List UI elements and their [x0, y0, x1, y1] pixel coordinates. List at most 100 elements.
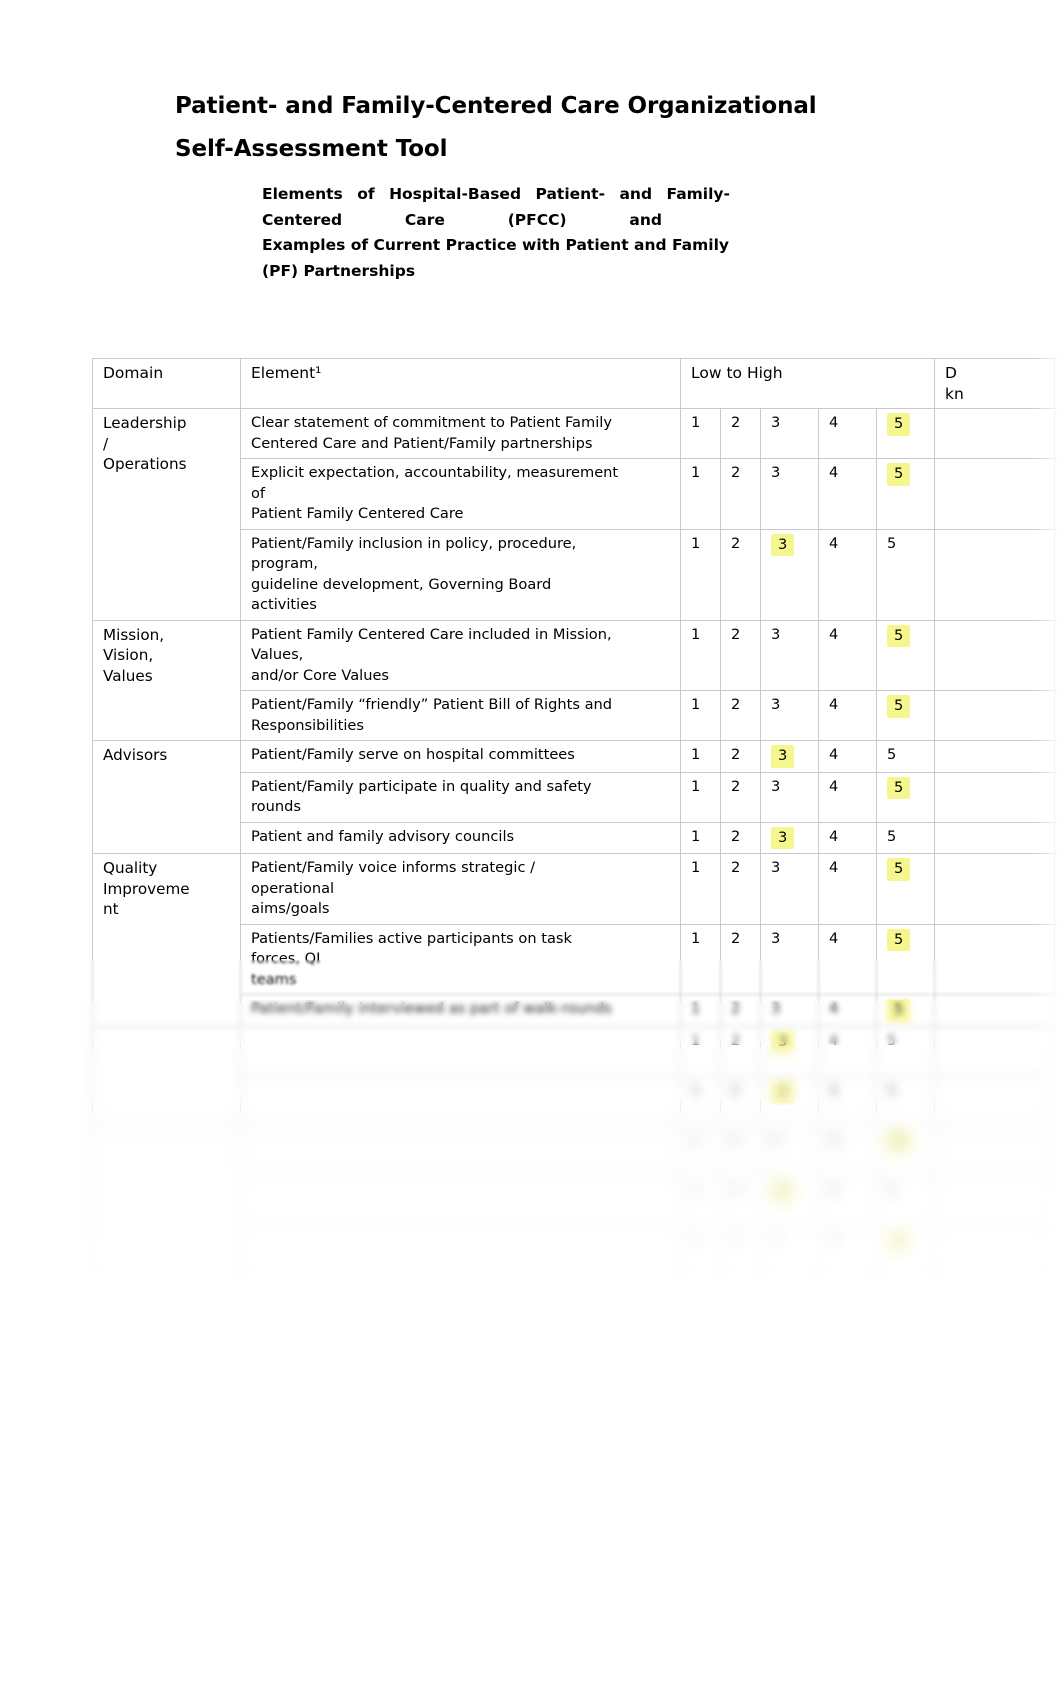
rating-selected[interactable]: 3 — [771, 533, 795, 556]
dont-know-cell[interactable] — [934, 1075, 1056, 1127]
rating-selected[interactable]: 5 — [887, 999, 911, 1022]
rating-selected[interactable]: 5 — [887, 1130, 911, 1153]
rating-cell-3[interactable]: 3 — [760, 408, 819, 459]
rating-cell-2[interactable]: 2 — [720, 619, 761, 691]
examples-cell[interactable] — [1054, 994, 1062, 1027]
rating-cell-3[interactable]: 3 — [760, 1225, 819, 1277]
rating-cell-4[interactable]: 4 — [818, 853, 877, 925]
examples-cell[interactable] — [1054, 1175, 1062, 1227]
rating-cell-2[interactable]: 2 — [720, 1225, 761, 1277]
rating-cell-4[interactable]: 4 — [818, 690, 877, 741]
examples-cell[interactable] — [1054, 1075, 1062, 1127]
rating-cell-1[interactable]: 1 — [680, 923, 721, 995]
examples-cell[interactable] — [1054, 690, 1062, 741]
rating-cell-1[interactable]: 1 — [680, 1175, 721, 1227]
rating-cell-5[interactable]: 5 — [875, 994, 936, 1027]
rating-cell-2[interactable]: 2 — [720, 1125, 761, 1177]
rating-cell-4[interactable]: 4 — [818, 528, 877, 621]
rating-cell-4[interactable]: 4 — [818, 1025, 877, 1077]
rating-cell-3[interactable]: 3 — [760, 923, 819, 995]
rating-cell-2[interactable]: 2 — [720, 408, 761, 459]
rating-cell-4[interactable]: 4 — [818, 408, 877, 459]
rating-cell-4[interactable]: 4 — [818, 458, 877, 530]
rating-cell-5[interactable]: 5 — [875, 1225, 936, 1277]
dont-know-cell[interactable] — [934, 923, 1056, 995]
examples-cell[interactable] — [1054, 408, 1062, 459]
dont-know-cell[interactable] — [934, 821, 1056, 854]
examples-cell[interactable] — [1054, 1225, 1062, 1277]
rating-cell-4[interactable]: 4 — [818, 923, 877, 995]
rating-cell-2[interactable]: 2 — [720, 740, 761, 773]
rating-cell-2[interactable]: 2 — [720, 771, 761, 823]
rating-cell-2[interactable]: 2 — [720, 923, 761, 995]
rating-cell-4[interactable]: 4 — [818, 821, 877, 854]
rating-cell-5[interactable]: 5 — [875, 1025, 936, 1077]
rating-selected[interactable]: 5 — [887, 1230, 911, 1253]
dont-know-cell[interactable] — [934, 740, 1056, 773]
examples-cell[interactable] — [1054, 619, 1062, 691]
rating-cell-1[interactable]: 1 — [680, 1125, 721, 1177]
rating-selected[interactable]: 3 — [771, 1080, 795, 1103]
dont-know-cell[interactable] — [934, 458, 1056, 530]
rating-cell-2[interactable]: 2 — [720, 1175, 761, 1227]
rating-cell-1[interactable]: 1 — [680, 1075, 721, 1127]
examples-cell[interactable] — [1054, 528, 1062, 621]
rating-selected[interactable]: 5 — [887, 695, 911, 718]
rating-cell-5[interactable]: 5 — [875, 771, 936, 823]
rating-cell-2[interactable]: 2 — [720, 1075, 761, 1127]
rating-cell-5[interactable]: 5 — [875, 408, 936, 459]
examples-cell[interactable] — [1054, 821, 1062, 854]
rating-cell-2[interactable]: 2 — [720, 690, 761, 741]
rating-cell-5[interactable]: 5 — [875, 1175, 936, 1227]
rating-cell-1[interactable]: 1 — [680, 1225, 721, 1277]
rating-cell-1[interactable]: 1 — [680, 821, 721, 854]
rating-cell-2[interactable]: 2 — [720, 821, 761, 854]
rating-cell-5[interactable]: 5 — [875, 1125, 936, 1177]
rating-cell-1[interactable]: 1 — [680, 619, 721, 691]
rating-cell-4[interactable]: 4 — [818, 619, 877, 691]
rating-selected[interactable]: 5 — [887, 624, 911, 647]
rating-cell-3[interactable]: 3 — [760, 771, 819, 823]
rating-cell-5[interactable]: 5 — [875, 619, 936, 691]
rating-cell-4[interactable]: 4 — [818, 1175, 877, 1227]
rating-cell-5[interactable]: 5 — [875, 528, 936, 621]
rating-cell-5[interactable]: 5 — [875, 923, 936, 995]
rating-cell-3[interactable]: 3 — [760, 821, 819, 854]
rating-cell-3[interactable]: 3 — [760, 528, 819, 621]
rating-cell-3[interactable]: 3 — [760, 458, 819, 530]
rating-cell-5[interactable]: 5 — [875, 1075, 936, 1127]
rating-cell-2[interactable]: 2 — [720, 1025, 761, 1077]
rating-cell-4[interactable]: 4 — [818, 1125, 877, 1177]
rating-cell-3[interactable]: 3 — [760, 740, 819, 773]
rating-selected[interactable]: 5 — [887, 413, 911, 436]
rating-cell-3[interactable]: 3 — [760, 690, 819, 741]
rating-cell-2[interactable]: 2 — [720, 994, 761, 1027]
rating-cell-1[interactable]: 1 — [680, 1025, 721, 1077]
rating-cell-4[interactable]: 4 — [818, 771, 877, 823]
examples-cell[interactable] — [1054, 1025, 1062, 1077]
rating-selected[interactable]: 5 — [887, 858, 911, 881]
rating-cell-5[interactable]: 5 — [875, 740, 936, 773]
dont-know-cell[interactable] — [934, 1175, 1056, 1227]
rating-cell-5[interactable]: 5 — [875, 853, 936, 925]
rating-cell-1[interactable]: 1 — [680, 458, 721, 530]
rating-cell-2[interactable]: 2 — [720, 528, 761, 621]
rating-cell-4[interactable]: 4 — [818, 1225, 877, 1277]
rating-selected[interactable]: 3 — [771, 1180, 795, 1203]
rating-cell-3[interactable]: 3 — [760, 619, 819, 691]
rating-cell-2[interactable]: 2 — [720, 458, 761, 530]
dont-know-cell[interactable] — [934, 994, 1056, 1027]
rating-cell-5[interactable]: 5 — [875, 458, 936, 530]
rating-cell-4[interactable]: 4 — [818, 740, 877, 773]
dont-know-cell[interactable] — [934, 1025, 1056, 1077]
rating-selected[interactable]: 3 — [771, 745, 795, 768]
dont-know-cell[interactable] — [934, 1125, 1056, 1177]
rating-cell-1[interactable]: 1 — [680, 740, 721, 773]
rating-selected[interactable]: 3 — [771, 826, 795, 849]
dont-know-cell[interactable] — [934, 1225, 1056, 1277]
rating-selected[interactable]: 3 — [771, 1030, 795, 1053]
examples-cell[interactable] — [1054, 740, 1062, 773]
rating-selected[interactable]: 5 — [887, 463, 911, 486]
rating-cell-4[interactable]: 4 — [818, 1075, 877, 1127]
rating-cell-1[interactable]: 1 — [680, 528, 721, 621]
